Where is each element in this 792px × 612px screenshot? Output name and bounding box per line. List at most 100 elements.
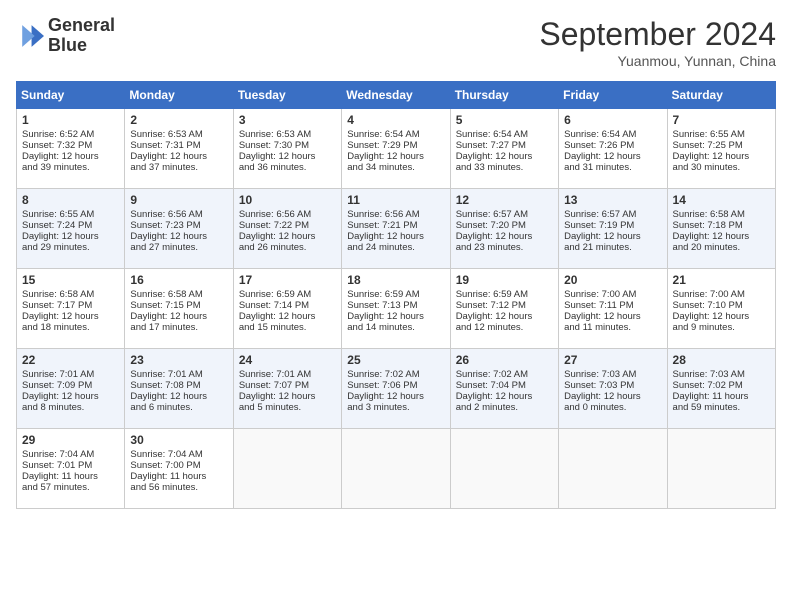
sunrise: Sunrise: 6:55 AM <box>673 129 745 140</box>
sunrise: Sunrise: 6:55 AM <box>22 209 94 220</box>
calendar-week-row: 8Sunrise: 6:55 AMSunset: 7:24 PMDaylight… <box>17 189 776 269</box>
calendar-table: SundayMondayTuesdayWednesdayThursdayFrid… <box>16 81 776 509</box>
day-number: 25 <box>347 353 444 367</box>
sunrise: Sunrise: 6:59 AM <box>347 289 419 300</box>
sunrise: Sunrise: 7:04 AM <box>130 449 202 460</box>
daylight-mins: and 14 minutes. <box>347 322 415 333</box>
calendar-header-row: SundayMondayTuesdayWednesdayThursdayFrid… <box>17 82 776 109</box>
daylight-label: Daylight: 12 hours <box>239 391 316 402</box>
daylight-mins: and 15 minutes. <box>239 322 307 333</box>
calendar-cell: 28Sunrise: 7:03 AMSunset: 7:02 PMDayligh… <box>667 349 775 429</box>
daylight-mins: and 2 minutes. <box>456 402 518 413</box>
month-title: September 2024 <box>539 16 776 53</box>
sunrise: Sunrise: 7:04 AM <box>22 449 94 460</box>
calendar-cell: 19Sunrise: 6:59 AMSunset: 7:12 PMDayligh… <box>450 269 558 349</box>
day-of-week-header: Sunday <box>17 82 125 109</box>
sunrise: Sunrise: 7:00 AM <box>673 289 745 300</box>
daylight-mins: and 5 minutes. <box>239 402 301 413</box>
calendar-cell: 21Sunrise: 7:00 AMSunset: 7:10 PMDayligh… <box>667 269 775 349</box>
sunset: Sunset: 7:02 PM <box>673 380 743 391</box>
day-number: 29 <box>22 433 119 447</box>
daylight-mins: and 8 minutes. <box>22 402 84 413</box>
daylight-label: Daylight: 12 hours <box>239 231 316 242</box>
sunset: Sunset: 7:04 PM <box>456 380 526 391</box>
calendar-week-row: 22Sunrise: 7:01 AMSunset: 7:09 PMDayligh… <box>17 349 776 429</box>
daylight-mins: and 27 minutes. <box>130 242 198 253</box>
sunrise: Sunrise: 6:59 AM <box>239 289 311 300</box>
daylight-label: Daylight: 12 hours <box>456 231 533 242</box>
day-number: 19 <box>456 273 553 287</box>
day-of-week-header: Monday <box>125 82 233 109</box>
calendar-cell: 12Sunrise: 6:57 AMSunset: 7:20 PMDayligh… <box>450 189 558 269</box>
sunset: Sunset: 7:24 PM <box>22 220 92 231</box>
day-number: 4 <box>347 113 444 127</box>
calendar-week-row: 1Sunrise: 6:52 AMSunset: 7:32 PMDaylight… <box>17 109 776 189</box>
logo-icon <box>16 22 44 50</box>
sunset: Sunset: 7:09 PM <box>22 380 92 391</box>
sunset: Sunset: 7:13 PM <box>347 300 417 311</box>
sunrise: Sunrise: 6:54 AM <box>456 129 528 140</box>
daylight-label: Daylight: 12 hours <box>347 311 424 322</box>
daylight-mins: and 9 minutes. <box>673 322 735 333</box>
calendar-cell <box>667 429 775 509</box>
calendar-cell: 9Sunrise: 6:56 AMSunset: 7:23 PMDaylight… <box>125 189 233 269</box>
daylight-mins: and 21 minutes. <box>564 242 632 253</box>
sunset: Sunset: 7:06 PM <box>347 380 417 391</box>
daylight-label: Daylight: 12 hours <box>564 311 641 322</box>
daylight-label: Daylight: 12 hours <box>347 231 424 242</box>
sunrise: Sunrise: 6:52 AM <box>22 129 94 140</box>
sunset: Sunset: 7:10 PM <box>673 300 743 311</box>
calendar-cell: 22Sunrise: 7:01 AMSunset: 7:09 PMDayligh… <box>17 349 125 429</box>
calendar-cell: 20Sunrise: 7:00 AMSunset: 7:11 PMDayligh… <box>559 269 667 349</box>
calendar-cell: 2Sunrise: 6:53 AMSunset: 7:31 PMDaylight… <box>125 109 233 189</box>
day-number: 16 <box>130 273 227 287</box>
sunrise: Sunrise: 6:57 AM <box>456 209 528 220</box>
daylight-label: Daylight: 12 hours <box>22 151 99 162</box>
sunrise: Sunrise: 6:56 AM <box>347 209 419 220</box>
sunrise: Sunrise: 6:59 AM <box>456 289 528 300</box>
day-of-week-header: Tuesday <box>233 82 341 109</box>
daylight-mins: and 31 minutes. <box>564 162 632 173</box>
sunset: Sunset: 7:01 PM <box>22 460 92 471</box>
daylight-mins: and 34 minutes. <box>347 162 415 173</box>
sunrise: Sunrise: 7:01 AM <box>239 369 311 380</box>
daylight-mins: and 33 minutes. <box>456 162 524 173</box>
day-number: 7 <box>673 113 770 127</box>
calendar-cell <box>233 429 341 509</box>
sunrise: Sunrise: 7:01 AM <box>22 369 94 380</box>
day-number: 26 <box>456 353 553 367</box>
sunrise: Sunrise: 7:00 AM <box>564 289 636 300</box>
sunset: Sunset: 7:26 PM <box>564 140 634 151</box>
sunrise: Sunrise: 6:53 AM <box>239 129 311 140</box>
sunrise: Sunrise: 6:58 AM <box>673 209 745 220</box>
day-number: 18 <box>347 273 444 287</box>
sunset: Sunset: 7:11 PM <box>564 300 634 311</box>
calendar-cell: 7Sunrise: 6:55 AMSunset: 7:25 PMDaylight… <box>667 109 775 189</box>
calendar-cell: 4Sunrise: 6:54 AMSunset: 7:29 PMDaylight… <box>342 109 450 189</box>
day-number: 5 <box>456 113 553 127</box>
calendar-cell: 13Sunrise: 6:57 AMSunset: 7:19 PMDayligh… <box>559 189 667 269</box>
sunrise: Sunrise: 7:01 AM <box>130 369 202 380</box>
day-number: 10 <box>239 193 336 207</box>
daylight-label: Daylight: 12 hours <box>239 151 316 162</box>
calendar-body: 1Sunrise: 6:52 AMSunset: 7:32 PMDaylight… <box>17 109 776 509</box>
daylight-mins: and 0 minutes. <box>564 402 626 413</box>
sunrise: Sunrise: 6:57 AM <box>564 209 636 220</box>
daylight-mins: and 18 minutes. <box>22 322 90 333</box>
sunrise: Sunrise: 7:02 AM <box>347 369 419 380</box>
sunset: Sunset: 7:22 PM <box>239 220 309 231</box>
daylight-mins: and 36 minutes. <box>239 162 307 173</box>
sunset: Sunset: 7:30 PM <box>239 140 309 151</box>
calendar-cell: 27Sunrise: 7:03 AMSunset: 7:03 PMDayligh… <box>559 349 667 429</box>
daylight-mins: and 56 minutes. <box>130 482 198 493</box>
day-of-week-header: Wednesday <box>342 82 450 109</box>
calendar-cell: 5Sunrise: 6:54 AMSunset: 7:27 PMDaylight… <box>450 109 558 189</box>
day-number: 9 <box>130 193 227 207</box>
daylight-label: Daylight: 12 hours <box>347 151 424 162</box>
sunrise: Sunrise: 6:54 AM <box>347 129 419 140</box>
daylight-label: Daylight: 12 hours <box>130 311 207 322</box>
day-number: 17 <box>239 273 336 287</box>
sunset: Sunset: 7:07 PM <box>239 380 309 391</box>
sunset: Sunset: 7:14 PM <box>239 300 309 311</box>
daylight-mins: and 37 minutes. <box>130 162 198 173</box>
